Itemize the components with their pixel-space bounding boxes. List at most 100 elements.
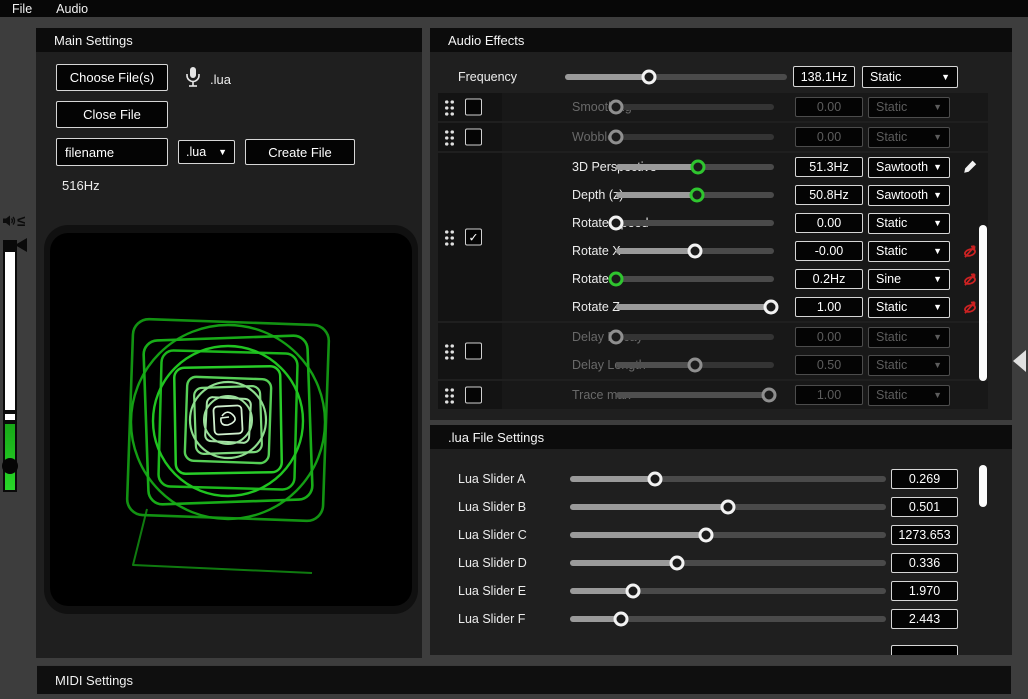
slider-thumb[interactable] [721, 500, 736, 515]
slider-thumb[interactable] [609, 130, 624, 145]
effect-mode-dropdown[interactable]: Static▼ [868, 213, 950, 234]
lua-value-box[interactable]: 2.443 [891, 609, 958, 629]
slider-thumb[interactable] [609, 100, 624, 115]
close-file-button[interactable]: Close File [56, 101, 168, 128]
choose-file-button[interactable]: Choose File(s) [56, 64, 168, 91]
lua-value-box[interactable]: 0.269 [891, 469, 958, 489]
slider-thumb[interactable] [613, 612, 628, 627]
spin-icon-slot[interactable] [962, 299, 978, 315]
effect-slider[interactable] [616, 192, 774, 198]
spin-axis-icon[interactable] [962, 299, 978, 315]
lua-slider[interactable] [570, 588, 886, 594]
pencil-icon[interactable] [962, 159, 978, 175]
spin-icon-slot[interactable] [962, 271, 978, 287]
effect-mode-dropdown[interactable]: Static▼ [868, 127, 950, 148]
effect-mode-dropdown[interactable]: Static▼ [868, 385, 950, 406]
effect-value-box[interactable]: 0.00 [795, 213, 863, 233]
effect-value-box[interactable]: 51.3Hz [795, 157, 863, 177]
effect-slider[interactable] [616, 304, 774, 310]
slider-thumb[interactable] [670, 556, 685, 571]
lua-scrollbar[interactable] [979, 465, 987, 507]
pencil-icon-slot[interactable] [962, 159, 978, 175]
lua-slider[interactable] [570, 532, 886, 538]
frequency-slider[interactable] [565, 74, 787, 80]
drag-handle-icon[interactable] [444, 387, 455, 404]
slider-thumb[interactable] [609, 272, 624, 287]
drag-handle-icon[interactable] [444, 229, 455, 246]
effect-mode-dropdown[interactable]: Static▼ [868, 355, 950, 376]
frequency-value-box[interactable]: 138.1Hz [793, 66, 855, 87]
effect-value-box[interactable]: 0.00 [795, 327, 863, 347]
volume-knob[interactable] [2, 458, 18, 474]
effect-mode-dropdown[interactable]: Static▼ [868, 241, 950, 262]
lua-value-box[interactable]: 1.970 [891, 581, 958, 601]
effect-enable-checkbox[interactable] [465, 99, 482, 116]
lua-slider[interactable] [570, 504, 886, 510]
lua-slider-label: Lua Slider F [458, 612, 525, 626]
panel-collapse-arrow-icon[interactable] [1013, 350, 1026, 372]
create-file-button[interactable]: Create File [245, 139, 355, 165]
effect-row: Delay Length0.50Static▼ [502, 351, 988, 379]
lua-value-box[interactable]: 0.336 [891, 553, 958, 573]
slider-thumb[interactable] [698, 528, 713, 543]
effect-value-box[interactable]: 1.00 [795, 297, 863, 317]
effect-slider[interactable] [616, 220, 774, 226]
extension-dropdown[interactable]: .lua ▼ [178, 140, 235, 164]
effect-slider[interactable] [616, 248, 774, 254]
effect-value-box[interactable]: 1.00 [795, 385, 863, 405]
effect-slider[interactable] [616, 392, 774, 398]
effect-slider[interactable] [616, 134, 774, 140]
effect-slider[interactable] [616, 276, 774, 282]
volume-slider[interactable] [3, 240, 17, 492]
frequency-slider-thumb[interactable] [642, 70, 657, 85]
slider-thumb[interactable] [648, 472, 663, 487]
menu-item-file[interactable]: File [0, 0, 44, 17]
drag-handle-icon[interactable] [444, 129, 455, 146]
effect-value-box[interactable]: 50.8Hz [795, 185, 863, 205]
frequency-mode-dropdown[interactable]: Static ▼ [862, 66, 958, 88]
effect-value-box[interactable]: 0.50 [795, 355, 863, 375]
lua-slider[interactable] [570, 476, 886, 482]
effect-slider[interactable] [616, 334, 774, 340]
spin-axis-icon[interactable] [962, 243, 978, 259]
slider-thumb[interactable] [688, 358, 703, 373]
microphone-icon[interactable] [182, 65, 204, 89]
lua-value-box[interactable]: 0.501 [891, 497, 958, 517]
effect-mode-dropdown[interactable]: Static▼ [868, 297, 950, 318]
slider-thumb[interactable] [688, 244, 703, 259]
effect-enable-checkbox[interactable]: ✓ [465, 229, 482, 246]
filename-input[interactable]: filename [56, 138, 168, 166]
effect-value-box[interactable]: 0.00 [795, 97, 863, 117]
lua-value-box[interactable]: 1273.653 [891, 525, 958, 545]
effect-mode-dropdown[interactable]: Static▼ [868, 97, 950, 118]
effect-value-box[interactable]: -0.00 [795, 241, 863, 261]
effects-scrollbar[interactable] [979, 225, 987, 381]
midi-settings-bar[interactable]: MIDI Settings [37, 665, 1011, 694]
lua-slider[interactable] [570, 616, 886, 622]
effect-enable-checkbox[interactable] [465, 387, 482, 404]
effect-slider[interactable] [616, 362, 774, 368]
slider-thumb[interactable] [689, 188, 704, 203]
effect-mode-dropdown[interactable]: Sawtooth▼ [868, 157, 950, 178]
effect-mode-dropdown[interactable]: Sawtooth▼ [868, 185, 950, 206]
effect-slider[interactable] [616, 104, 774, 110]
effect-mode-dropdown[interactable]: Sine▼ [868, 269, 950, 290]
effect-slider[interactable] [616, 164, 774, 170]
slider-thumb[interactable] [626, 584, 641, 599]
effect-value-box[interactable]: 0.2Hz [795, 269, 863, 289]
effect-enable-checkbox[interactable] [465, 343, 482, 360]
effect-value-box[interactable]: 0.00 [795, 127, 863, 147]
slider-thumb[interactable] [609, 216, 624, 231]
slider-thumb[interactable] [691, 160, 706, 175]
slider-thumb[interactable] [763, 300, 778, 315]
drag-handle-icon[interactable] [444, 99, 455, 116]
lua-slider[interactable] [570, 560, 886, 566]
effect-mode-dropdown[interactable]: Static▼ [868, 327, 950, 348]
slider-thumb[interactable] [762, 388, 777, 403]
effect-enable-checkbox[interactable] [465, 129, 482, 146]
slider-thumb[interactable] [609, 330, 624, 345]
spin-icon-slot[interactable] [962, 243, 978, 259]
spin-axis-icon[interactable] [962, 271, 978, 287]
menu-item-audio[interactable]: Audio [44, 0, 100, 17]
drag-handle-icon[interactable] [444, 343, 455, 360]
